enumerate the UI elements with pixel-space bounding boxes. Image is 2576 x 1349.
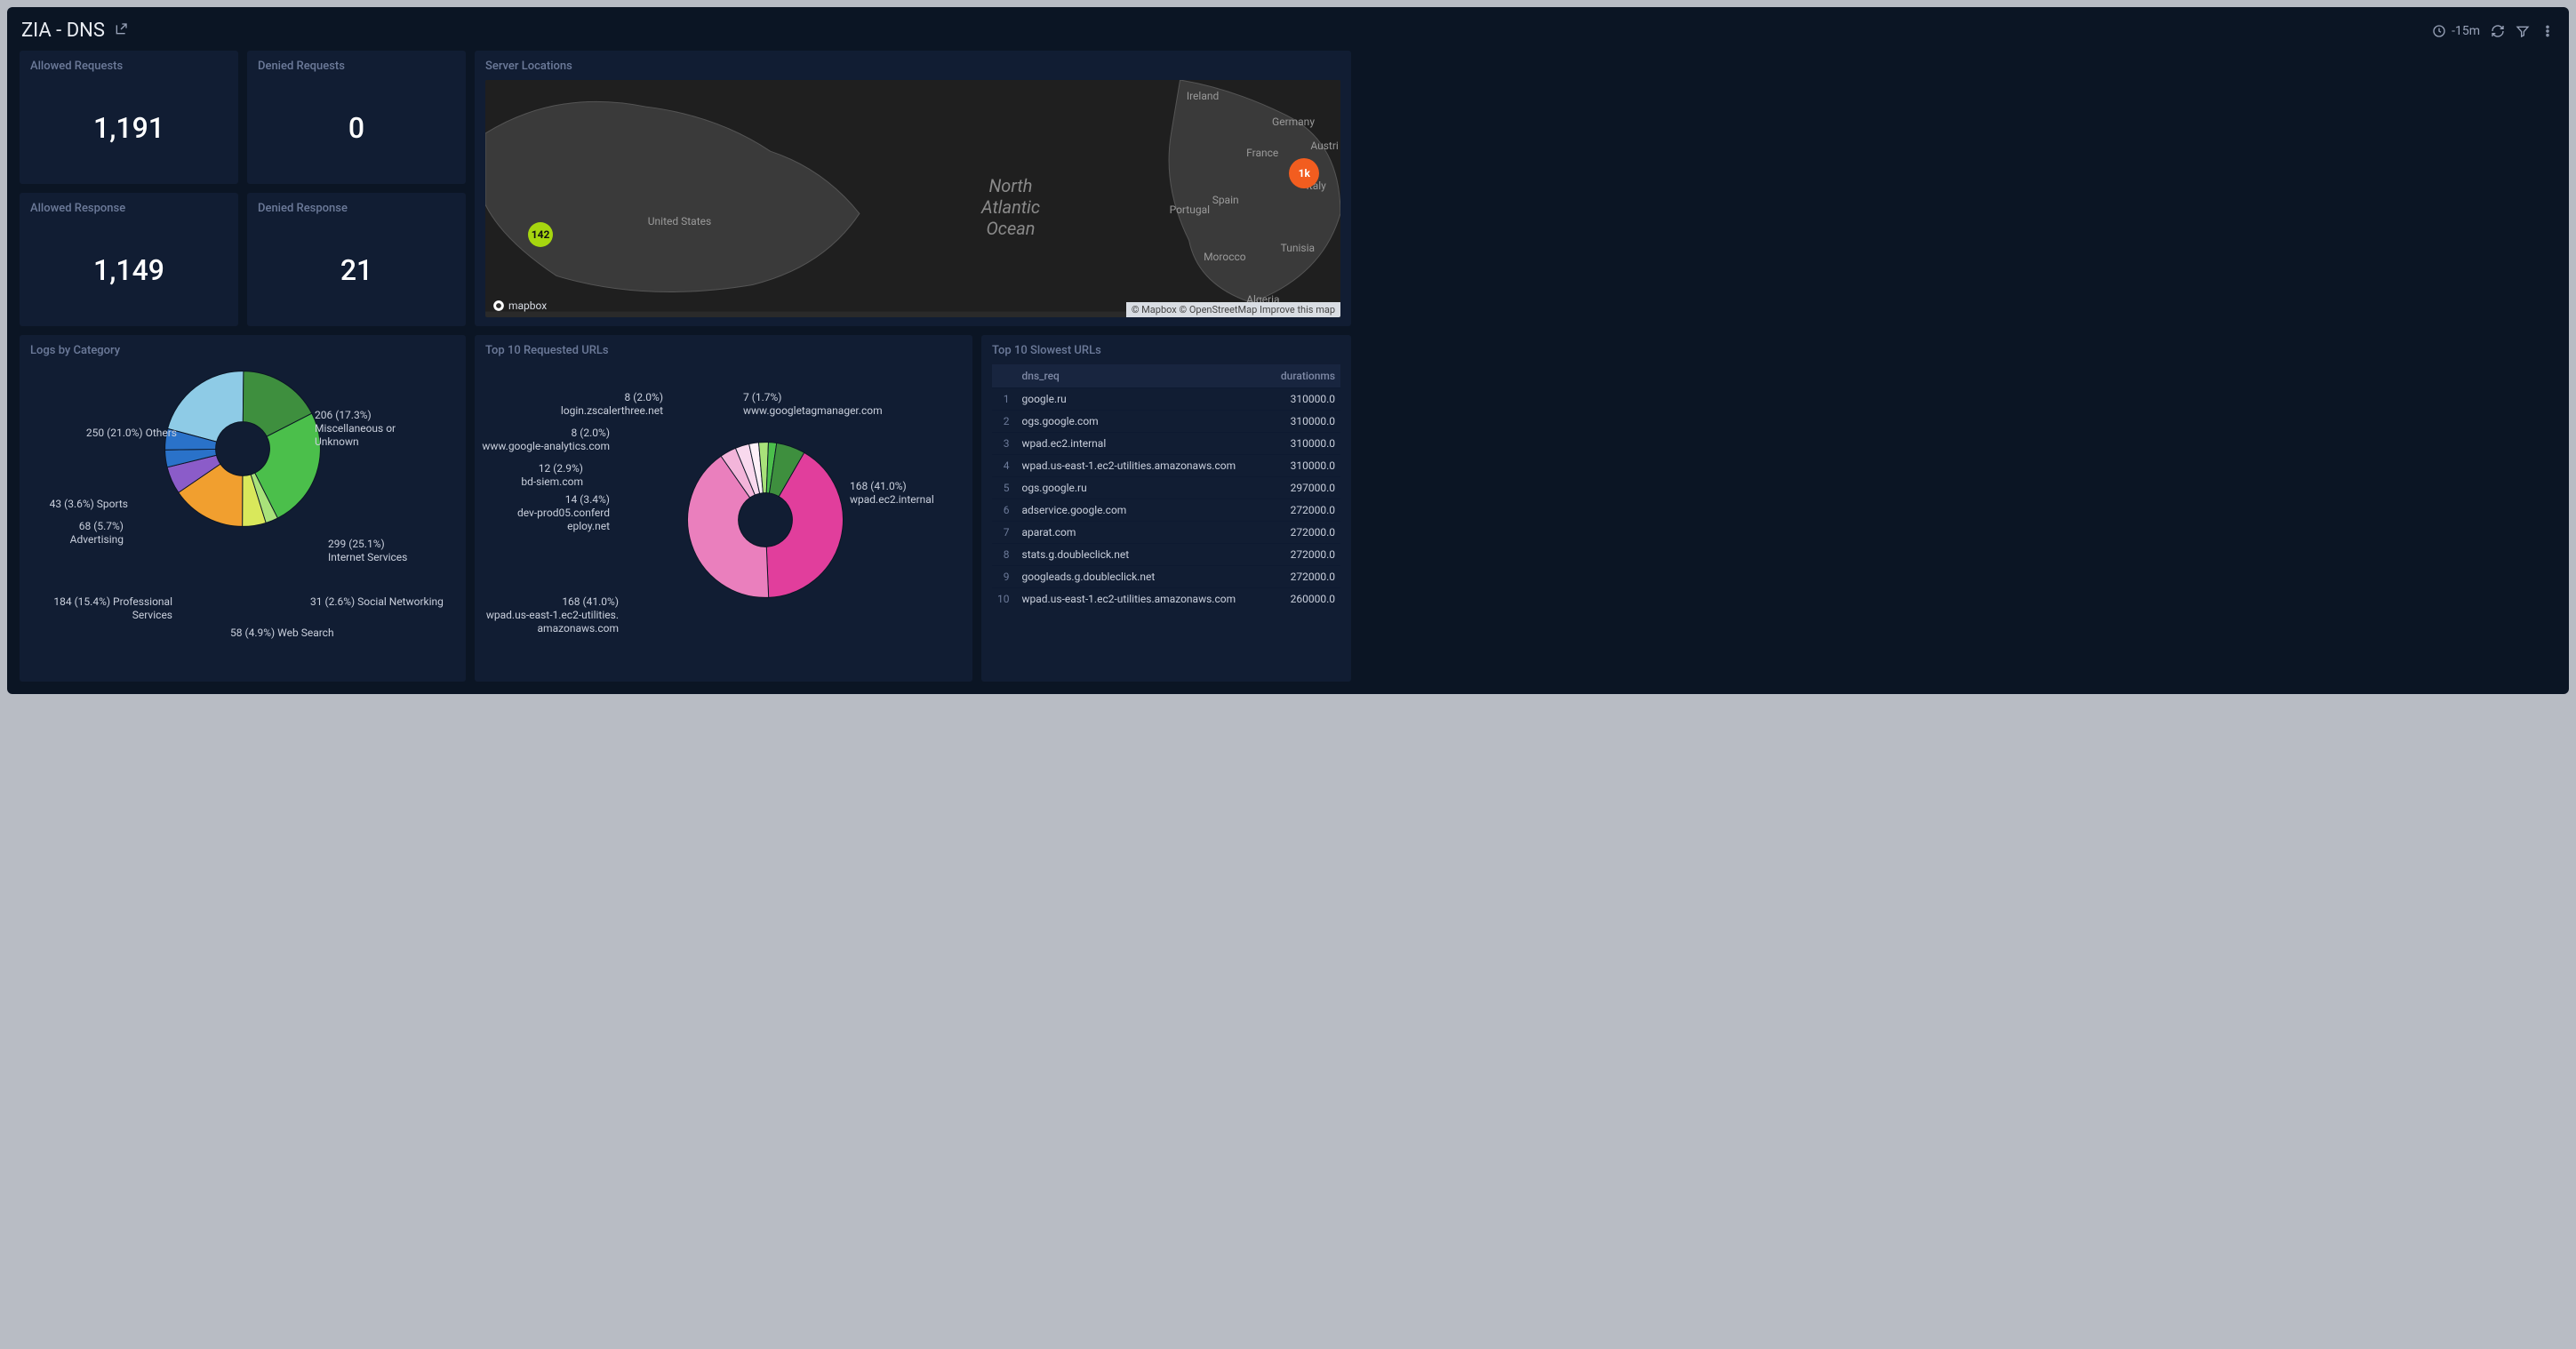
country-label: Austri	[1310, 140, 1338, 152]
chart-label: 43 (3.6%) Sports	[21, 498, 128, 511]
denied-requests-panel[interactable]: Denied Requests 0	[247, 51, 466, 184]
time-range-label: -15m	[2452, 24, 2480, 38]
table-row[interactable]: 10wpad.us-east-1.ec2-utilities.amazonaws…	[992, 588, 1340, 611]
panel-title: Server Locations	[485, 60, 1340, 73]
stat-value: 1,191	[30, 80, 228, 175]
top-slowest-urls-panel: Top 10 Slowest URLs dns_req durationms 1…	[981, 335, 1351, 682]
chart-label: 68 (5.7%)Advertising	[21, 520, 124, 547]
chart-label: 31 (2.6%) Social Networking	[310, 595, 444, 609]
table-row[interactable]: 4wpad.us-east-1.ec2-utilities.amazonaws.…	[992, 455, 1340, 477]
stat-value: 1,149	[30, 222, 228, 317]
panel-title: Allowed Requests	[30, 60, 228, 73]
stat-value: 21	[258, 222, 455, 317]
chart-label: 7 (1.7%)www.googletagmanager.com	[743, 391, 883, 418]
header: ZIA - DNS -15m	[20, 16, 2556, 51]
urls-donut-chart[interactable]: 168 (41.0%)wpad.ec2.internal 168 (41.0%)…	[485, 364, 962, 673]
country-label: Germany	[1272, 116, 1315, 128]
table-row[interactable]: 7aparat.com272000.0	[992, 522, 1340, 544]
chart-label: 8 (2.0%)login.zscalerthree.net	[512, 391, 663, 418]
table-row[interactable]: 5ogs.google.ru297000.0	[992, 477, 1340, 499]
panel-title: Denied Requests	[258, 60, 455, 73]
dashboard: ZIA - DNS -15m Allowed Requests 1,	[7, 7, 2569, 694]
chart-label: 58 (4.9%) Web Search	[230, 627, 334, 640]
export-icon[interactable]	[114, 22, 128, 40]
logs-by-category-panel: Logs by Category 250 (21.0%) Others 206 …	[20, 335, 466, 682]
chart-label: 8 (2.0%)www.google-analytics.com	[459, 427, 610, 453]
country-label: France	[1246, 147, 1278, 159]
table-row[interactable]: 6adservice.google.com272000.0	[992, 499, 1340, 522]
panel-title: Allowed Response	[30, 202, 228, 215]
country-label: Morocco	[1204, 251, 1246, 263]
country-label: Tunisia	[1281, 242, 1315, 254]
chart-label: 168 (41.0%)wpad.ec2.internal	[850, 480, 934, 507]
table-row[interactable]: 8stats.g.doubleclick.net272000.0	[992, 544, 1340, 566]
table-header[interactable]: dns_req	[1017, 364, 1268, 388]
slowest-urls-table[interactable]: dns_req durationms 1google.ru310000.02og…	[992, 364, 1340, 610]
map-credits[interactable]: © Mapbox © OpenStreetMap Improve this ma…	[1126, 302, 1340, 317]
chart-label: 14 (3.4%)dev-prod05.conferdeploy.net	[459, 493, 610, 533]
filter-button[interactable]	[2516, 24, 2530, 38]
chart-label: 184 (15.4%) ProfessionalServices	[21, 595, 172, 622]
chart-label: 168 (41.0%)wpad.us-east-1.ec2-utilities.…	[468, 595, 619, 635]
map[interactable]: NorthAtlanticOcean United States Ireland…	[485, 80, 1340, 317]
table-header[interactable]	[992, 364, 1017, 388]
stat-value: 0	[258, 80, 455, 175]
table-row[interactable]: 9googleads.g.doubleclick.net272000.0	[992, 566, 1340, 588]
chart-label: 12 (2.9%)bd-siem.com	[468, 462, 583, 489]
panel-title: Top 10 Requested URLs	[485, 344, 962, 357]
country-label: United States	[648, 215, 711, 227]
more-button[interactable]	[2540, 24, 2555, 38]
chart-label: 206 (17.3%)Miscellaneous orUnknown	[315, 409, 396, 449]
chart-label: 299 (25.1%)Internet Services	[328, 538, 407, 564]
chart-label: 250 (21.0%) Others	[30, 427, 177, 440]
time-range-selector[interactable]: -15m	[2432, 24, 2480, 38]
server-locations-panel: Server Locations NorthAtlanticOcean Unit…	[475, 51, 1351, 326]
panel-title: Top 10 Slowest URLs	[992, 344, 1340, 357]
country-label: Spain	[1212, 194, 1239, 206]
allowed-requests-panel[interactable]: Allowed Requests 1,191	[20, 51, 238, 184]
allowed-response-panel[interactable]: Allowed Response 1,149	[20, 193, 238, 326]
top-requested-urls-panel: Top 10 Requested URLs 168 (41.0%)wpad.ec…	[475, 335, 972, 682]
country-label: Ireland	[1187, 90, 1219, 102]
refresh-button[interactable]	[2491, 24, 2505, 38]
table-header[interactable]: durationms	[1268, 364, 1340, 388]
table-row[interactable]: 1google.ru310000.0	[992, 388, 1340, 411]
page-title: ZIA - DNS	[21, 20, 105, 42]
ocean-label: NorthAtlanticOcean	[981, 175, 1040, 239]
logs-donut-chart[interactable]: 250 (21.0%) Others 206 (17.3%)Miscellane…	[30, 364, 455, 673]
mapbox-logo: mapbox	[492, 299, 547, 312]
panel-title: Denied Response	[258, 202, 455, 215]
table-row[interactable]: 2ogs.google.com310000.0	[992, 411, 1340, 433]
table-row[interactable]: 3wpad.ec2.internal310000.0	[992, 433, 1340, 455]
country-label: Portugal	[1170, 204, 1210, 216]
panel-title: Logs by Category	[30, 344, 455, 357]
denied-response-panel[interactable]: Denied Response 21	[247, 193, 466, 326]
